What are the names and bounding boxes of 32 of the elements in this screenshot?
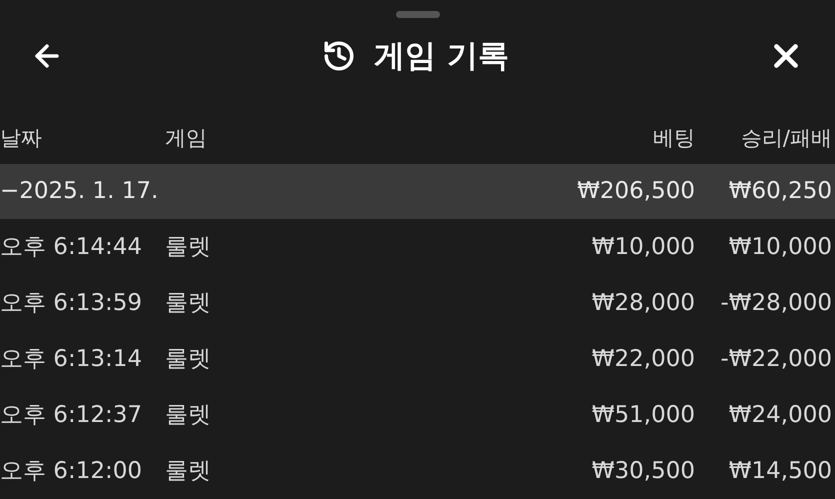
column-header: 날짜	[0, 125, 43, 152]
drag-handle[interactable]	[396, 11, 440, 18]
table-cell-text: 오후 6:13:59	[0, 288, 143, 318]
table-cell-text: ₩206,500	[576, 177, 695, 206]
table-cell-text: -₩22,000	[719, 344, 833, 374]
table-cell-text: 룰렛	[165, 232, 212, 262]
table-cell-text: ₩10,000	[590, 232, 695, 262]
table-cell-text: 오후 6:14:44	[0, 232, 143, 262]
table-cell-text: 룰렛	[165, 288, 212, 318]
table-cell-text: 오후 6:12:00	[0, 456, 143, 486]
collapse-toggle[interactable]: −	[0, 174, 20, 209]
table-cell-text: 2025. 1. 17.	[19, 177, 160, 206]
column-header: 베팅	[652, 125, 695, 152]
table-cell-text: -₩28,000	[719, 288, 833, 318]
history-icon	[322, 39, 356, 73]
date-group-row[interactable]: −2025. 1. 17. ₩206,500 ₩60,250	[0, 164, 835, 219]
table-cell-text: ₩22,000	[590, 344, 695, 374]
table-cell-text: ₩24,000	[728, 400, 833, 430]
table-cell-text: ₩10,000	[728, 232, 833, 262]
table-cell-text: ₩30,500	[590, 456, 695, 486]
table-cell-text: 룰렛	[165, 344, 212, 374]
table-cell-text: 룰렛	[165, 456, 212, 486]
table-cell-text: ₩60,250	[728, 177, 833, 206]
table-cell-text: ₩28,000	[590, 288, 695, 318]
table-cell-text: 룰렛	[165, 400, 212, 430]
table-cell-text: ₩51,000	[590, 400, 695, 430]
window-title: 게임 기록	[374, 36, 509, 76]
column-header: 게임	[165, 125, 208, 152]
column-header: 승리/패배	[740, 125, 833, 152]
table-cell-text: 오후 6:13:14	[0, 344, 143, 374]
table-cell-text: ₩14,500	[728, 456, 833, 486]
table-cell-text: 오후 6:12:37	[0, 400, 143, 430]
